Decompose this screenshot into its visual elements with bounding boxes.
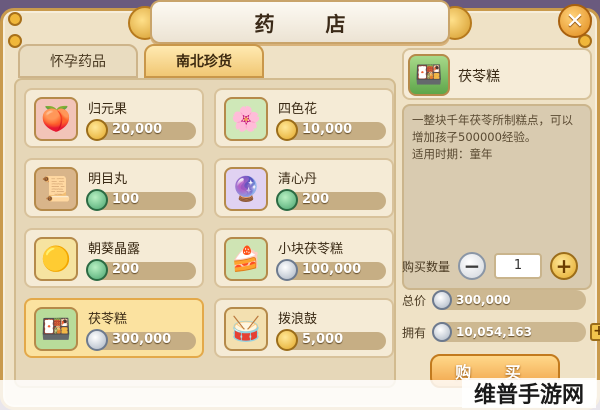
- item-card[interactable]: 🟡 朝葵晶露 200: [24, 228, 204, 288]
- item-price: 20,000: [112, 122, 163, 137]
- owned-label: 拥有: [402, 325, 427, 340]
- item-card[interactable]: 🍰 小块茯苓糕 100,000: [214, 228, 394, 288]
- item-price: 100,000: [302, 262, 362, 277]
- gold-coin-icon: [276, 119, 298, 141]
- owned-currency-row: 拥有 10,054,163 +: [402, 322, 600, 342]
- poria-cake-icon: 🍱: [408, 54, 450, 96]
- tab-bar: 怀孕药品 南北珍货: [18, 44, 264, 78]
- item-price: 200: [112, 262, 140, 277]
- silver-coin-icon: [276, 259, 298, 281]
- jade-coin-icon: [86, 259, 108, 281]
- watermark-logo: 维普手游网: [461, 378, 596, 408]
- title-banner: 药 店: [150, 0, 450, 44]
- jade-coin-icon: [86, 189, 108, 211]
- peach-fruit-icon: 🍑: [34, 97, 78, 141]
- total-price-row: 总价 300,000: [402, 290, 586, 310]
- four-color-flower-icon: 🌸: [224, 97, 268, 141]
- scroll-pill-icon: 📜: [34, 167, 78, 211]
- item-card[interactable]: 🍑 归元果 20,000: [24, 88, 204, 148]
- usage-period: 适用时期：童年: [412, 147, 493, 161]
- item-name: 茯苓糕: [88, 312, 128, 327]
- item-price: 300,000: [112, 332, 172, 347]
- item-name: 四色花: [278, 102, 318, 117]
- owned-currency-bar: 10,054,163: [432, 322, 586, 342]
- sunflower-dew-icon: 🟡: [34, 237, 78, 281]
- item-card[interactable]: 🌸 四色花 10,000: [214, 88, 394, 148]
- quantity-label: 购买数量: [402, 259, 451, 274]
- poria-cake-icon: 🍱: [34, 307, 78, 351]
- plus-icon: +: [555, 254, 573, 278]
- detail-item-name: 茯苓糕: [458, 69, 500, 85]
- detail-panel: 🍱 茯苓糕 一整块千年茯苓所制糕点，可以增加孩子500000经验。 适用时期：童…: [402, 48, 600, 388]
- close-icon: ✕: [565, 8, 585, 34]
- detail-header: 🍱 茯苓糕: [402, 48, 592, 100]
- description-text: 一整块千年茯苓所制糕点，可以增加孩子500000经验。: [412, 113, 573, 144]
- silver-coin-icon: [432, 322, 452, 342]
- item-card[interactable]: 🔮 清心丹 200: [214, 158, 394, 218]
- total-price-label: 总价: [402, 293, 427, 308]
- item-card[interactable]: 🥁 拨浪鼓 5,000: [214, 298, 394, 358]
- item-name: 清心丹: [278, 172, 318, 187]
- minus-icon: −: [463, 254, 481, 278]
- silver-coin-icon: [432, 290, 452, 310]
- gold-coin-icon: [276, 329, 298, 351]
- add-currency-button[interactable]: +: [590, 323, 600, 341]
- item-price: 5,000: [302, 332, 344, 347]
- decrease-quantity-button[interactable]: −: [458, 252, 486, 280]
- item-name: 拨浪鼓: [278, 312, 318, 327]
- increase-quantity-button[interactable]: +: [550, 252, 578, 280]
- quantity-input[interactable]: 1: [494, 253, 542, 279]
- item-price: 100: [112, 192, 140, 207]
- clear-heart-pill-icon: 🔮: [224, 167, 268, 211]
- gold-coin-icon: [86, 119, 108, 141]
- item-price: 10,000: [302, 122, 353, 137]
- silver-coin-icon: [86, 329, 108, 351]
- quantity-row: 购买数量 − 1 +: [402, 252, 578, 280]
- small-poria-cake-icon: 🍰: [224, 237, 268, 281]
- jade-coin-icon: [276, 189, 298, 211]
- item-card[interactable]: 🍱 茯苓糕 300,000: [24, 298, 204, 358]
- owned-currency-value: 10,054,163: [456, 325, 532, 339]
- tab-pregnancy-medicine[interactable]: 怀孕药品: [18, 44, 138, 78]
- total-price-value: 300,000: [456, 293, 511, 307]
- item-name: 朝葵晶露: [88, 242, 141, 257]
- tab-rare-goods[interactable]: 南北珍货: [144, 44, 264, 78]
- item-card[interactable]: 📜 明目丸 100: [24, 158, 204, 218]
- total-price-bar: 300,000: [432, 290, 586, 310]
- rattle-drum-icon: 🥁: [224, 307, 268, 351]
- item-price: 200: [302, 192, 330, 207]
- window-title: 药 店: [254, 11, 368, 36]
- item-grid: 🍑 归元果 20,000 🌸 四色花 10,000 📜 明目丸 100 🔮 清心丹 200 🟡 朝葵晶露 2…: [14, 78, 396, 388]
- close-button[interactable]: ✕: [558, 4, 592, 38]
- item-name: 小块茯苓糕: [278, 242, 344, 257]
- item-name: 归元果: [88, 102, 128, 117]
- plus-icon: +: [593, 323, 600, 339]
- item-name: 明目丸: [88, 172, 128, 187]
